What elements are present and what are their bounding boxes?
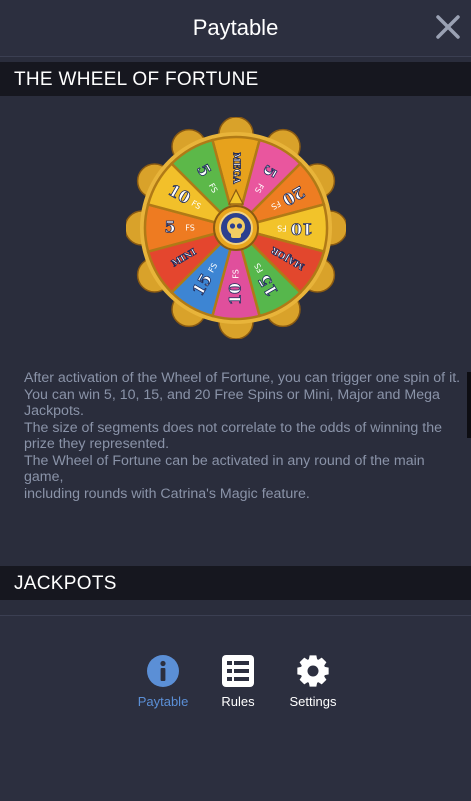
description-line: including rounds with Catrina's Magic fe… xyxy=(24,485,310,502)
wheel-segment-label: MEGA xyxy=(231,152,241,185)
wheel-segment-sublabel: FS xyxy=(277,224,287,233)
nav-label-settings: Settings xyxy=(289,694,337,709)
gear-icon xyxy=(297,655,329,687)
wheel-segment-sublabel: FS xyxy=(232,269,241,279)
wheel-section-title: THE WHEEL OF FORTUNE xyxy=(14,69,259,90)
close-icon xyxy=(436,15,460,39)
skull-eye xyxy=(229,223,236,229)
wheel-of-fortune-image: MEGA 5 FS 20 FS 10 FS MAJOR 15 FS 10 FS 15 FS MINI 5 FS 1… xyxy=(124,116,348,340)
skull-eye xyxy=(236,223,243,229)
nav-label-paytable: Paytable xyxy=(137,694,189,709)
description-line: The size of segments does not correlate … xyxy=(24,419,442,453)
gear-hole xyxy=(307,665,319,677)
jackpots-section-title: JACKPOTS xyxy=(14,573,117,594)
scrollbar-thumb[interactable] xyxy=(467,372,471,438)
bottom-nav: Paytable Rules Settings xyxy=(0,615,471,801)
wheel-description: After activation of the Wheel of Fortune… xyxy=(24,370,464,502)
description-line: After activation of the Wheel of Fortune… xyxy=(24,370,461,386)
jackpots-section-header: JACKPOTS xyxy=(0,566,471,600)
nav-item-rules[interactable]: Rules xyxy=(203,654,273,709)
nav-item-paytable[interactable]: Paytable xyxy=(128,654,198,709)
close-button[interactable] xyxy=(435,14,461,40)
wheel-segment-sublabel: FS xyxy=(185,224,195,233)
description-line: You can win 5, 10, 15, and 20 Free Spins… xyxy=(24,386,440,420)
wheel-segment-label: 10 xyxy=(226,283,245,305)
wheel-segment-label: 5 xyxy=(164,218,175,237)
nav-item-settings[interactable]: Settings xyxy=(278,654,348,709)
skull-jaw xyxy=(231,232,241,238)
info-icon xyxy=(147,655,179,687)
page-title: Paytable xyxy=(192,15,279,40)
nav-label-rules: Rules xyxy=(221,694,255,709)
list-icon xyxy=(222,655,254,687)
description-line: The Wheel of Fortune can be activated in… xyxy=(24,452,425,486)
wheel-section-header: THE WHEEL OF FORTUNE xyxy=(0,62,471,96)
wheel-segment-label: 10 xyxy=(291,220,313,239)
header: Paytable xyxy=(0,0,471,57)
